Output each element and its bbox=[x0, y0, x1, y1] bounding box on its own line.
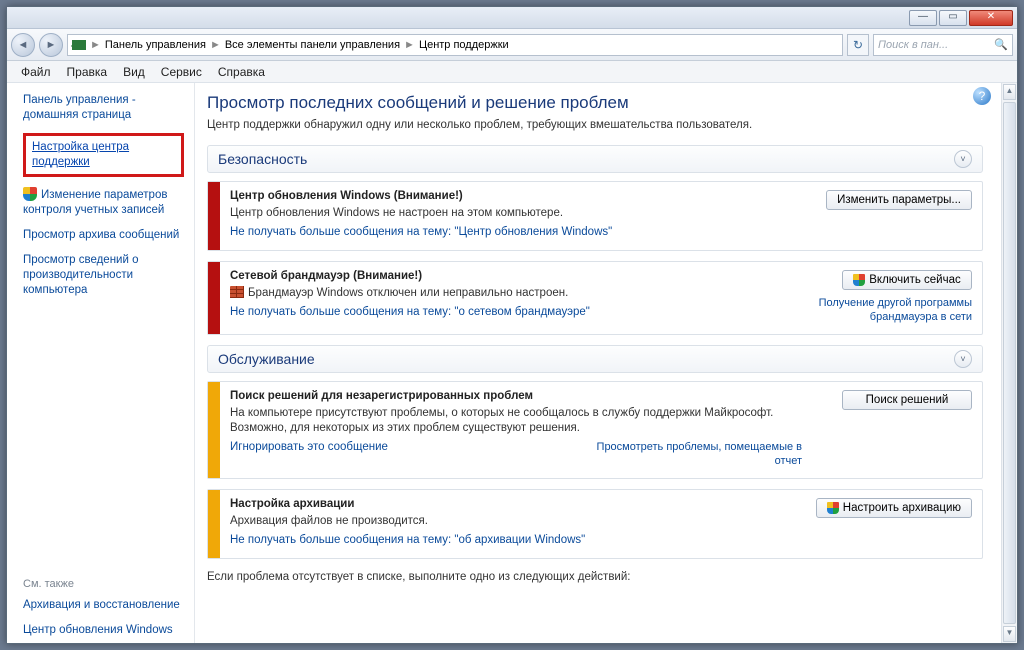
search-input[interactable]: Поиск в пан... 🔍 bbox=[873, 34, 1013, 56]
seealso-windows-update[interactable]: Центр обновления Windows bbox=[23, 623, 184, 638]
menu-file[interactable]: Файл bbox=[13, 61, 59, 82]
view-problems-link[interactable]: Просмотреть проблемы, помещаемые в отчет bbox=[582, 440, 802, 468]
card-suppress-link[interactable]: Не получать больше сообщения на тему: "Ц… bbox=[230, 225, 802, 240]
scroll-thumb[interactable] bbox=[1003, 102, 1016, 624]
back-button[interactable]: ◄ bbox=[11, 33, 35, 57]
menu-view[interactable]: Вид bbox=[115, 61, 153, 82]
enable-now-button[interactable]: Включить сейчас bbox=[842, 270, 972, 290]
seealso-backup[interactable]: Архивация и восстановление bbox=[23, 598, 184, 613]
search-solutions-button[interactable]: Поиск решений bbox=[842, 390, 972, 410]
refresh-icon: ↻ bbox=[853, 38, 863, 52]
shield-icon bbox=[853, 274, 865, 286]
chevron-down-icon[interactable]: ˅ bbox=[954, 150, 972, 168]
section-maintenance[interactable]: Обслуживание ˅ bbox=[207, 345, 983, 373]
scroll-down-icon[interactable]: ▼ bbox=[1003, 626, 1016, 642]
refresh-button[interactable]: ↻ bbox=[847, 34, 869, 56]
scroll-up-icon[interactable]: ▲ bbox=[1003, 84, 1016, 100]
sidebar-configure-action-center[interactable]: Настройка центра поддержки bbox=[23, 133, 184, 177]
card-problem-reporting: Поиск решений для незарегистрированных п… bbox=[207, 381, 983, 479]
sidebar-home[interactable]: Панель управления - домашняя страница bbox=[23, 93, 184, 123]
shield-icon bbox=[827, 502, 839, 514]
card-suppress-link[interactable]: Не получать больше сообщения на тему: "о… bbox=[230, 533, 802, 548]
card-firewall: Сетевой брандмауэр (Внимание!) Брандмауэ… bbox=[207, 261, 983, 335]
footer-hint: Если проблема отсутствует в списке, выпо… bbox=[207, 571, 983, 583]
forward-icon: ► bbox=[46, 39, 57, 51]
crumb-sep-icon: ► bbox=[404, 39, 415, 51]
page-title: Просмотр последних сообщений и решение п… bbox=[207, 93, 983, 113]
maximize-button[interactable]: ▭ bbox=[939, 10, 967, 26]
severity-stripe bbox=[208, 382, 220, 478]
sidebar-performance[interactable]: Просмотр сведений о производительности к… bbox=[23, 253, 184, 298]
page-subtitle: Центр поддержки обнаружил одну или неско… bbox=[207, 119, 983, 131]
shield-icon bbox=[23, 187, 37, 201]
see-also: См. также Архивация и восстановление Цен… bbox=[23, 578, 184, 643]
menu-help[interactable]: Справка bbox=[210, 61, 273, 82]
breadcrumb[interactable]: Панель управления bbox=[105, 39, 206, 51]
card-description: Центр обновления Windows не настроен на … bbox=[230, 206, 802, 221]
help-button[interactable]: ? bbox=[973, 87, 991, 105]
address-bar[interactable]: ► Панель управления ► Все элементы панел… bbox=[67, 34, 843, 56]
forward-button[interactable]: ► bbox=[39, 33, 63, 57]
ignore-link[interactable]: Игнорировать это сообщение bbox=[230, 440, 388, 468]
card-backup: Настройка архивации Архивация файлов не … bbox=[207, 489, 983, 559]
card-title: Поиск решений для незарегистрированных п… bbox=[230, 390, 802, 402]
see-also-heading: См. также bbox=[23, 578, 184, 590]
main-content: ? Просмотр последних сообщений и решение… bbox=[195, 83, 1001, 643]
card-description: Брандмауэр Windows отключен или неправил… bbox=[230, 286, 802, 301]
get-firewall-link[interactable]: Получение другой программы брандмауэра в… bbox=[812, 296, 972, 324]
search-icon: 🔍 bbox=[994, 38, 1008, 51]
flag-icon bbox=[72, 40, 86, 50]
window-frame: — ▭ ✕ ◄ ► ► Панель управления ► Все элем… bbox=[6, 6, 1018, 644]
titlebar: — ▭ ✕ bbox=[7, 7, 1017, 29]
scrollbar[interactable]: ▲ ▼ bbox=[1001, 83, 1017, 643]
back-icon: ◄ bbox=[18, 39, 29, 51]
section-security[interactable]: Безопасность ˅ bbox=[207, 145, 983, 173]
chevron-down-icon[interactable]: ˅ bbox=[954, 350, 972, 368]
severity-stripe bbox=[208, 262, 220, 334]
menu-tools[interactable]: Сервис bbox=[153, 61, 210, 82]
sidebar: Панель управления - домашняя страница На… bbox=[7, 83, 195, 643]
close-button[interactable]: ✕ bbox=[969, 10, 1013, 26]
body: Панель управления - домашняя страница На… bbox=[7, 83, 1017, 643]
section-title: Обслуживание bbox=[218, 351, 315, 367]
severity-stripe bbox=[208, 490, 220, 558]
change-settings-button[interactable]: Изменить параметры... bbox=[826, 190, 972, 210]
card-description: Архивация файлов не производится. bbox=[230, 514, 802, 529]
card-windows-update: Центр обновления Windows (Внимание!) Цен… bbox=[207, 181, 983, 251]
sidebar-archive[interactable]: Просмотр архива сообщений bbox=[23, 228, 184, 243]
crumb-sep-icon: ► bbox=[210, 39, 221, 51]
menu-edit[interactable]: Правка bbox=[59, 61, 116, 82]
card-description: На компьютере присутствуют проблемы, о к… bbox=[230, 406, 802, 436]
card-title: Сетевой брандмауэр (Внимание!) bbox=[230, 270, 802, 282]
firewall-icon bbox=[230, 286, 244, 298]
severity-stripe bbox=[208, 182, 220, 250]
crumb-sep-icon: ► bbox=[90, 39, 101, 51]
card-title: Центр обновления Windows (Внимание!) bbox=[230, 190, 802, 202]
card-suppress-link[interactable]: Не получать больше сообщения на тему: "о… bbox=[230, 305, 802, 320]
breadcrumb[interactable]: Все элементы панели управления bbox=[225, 39, 400, 51]
breadcrumb[interactable]: Центр поддержки bbox=[419, 39, 509, 51]
sidebar-uac-settings[interactable]: Изменение параметров контроля учетных за… bbox=[23, 187, 184, 218]
configure-backup-button[interactable]: Настроить архивацию bbox=[816, 498, 972, 518]
search-placeholder: Поиск в пан... bbox=[878, 39, 948, 51]
menu-bar: Файл Правка Вид Сервис Справка bbox=[7, 61, 1017, 83]
nav-row: ◄ ► ► Панель управления ► Все элементы п… bbox=[7, 29, 1017, 61]
section-title: Безопасность bbox=[218, 151, 307, 167]
card-title: Настройка архивации bbox=[230, 498, 802, 510]
minimize-button[interactable]: — bbox=[909, 10, 937, 26]
